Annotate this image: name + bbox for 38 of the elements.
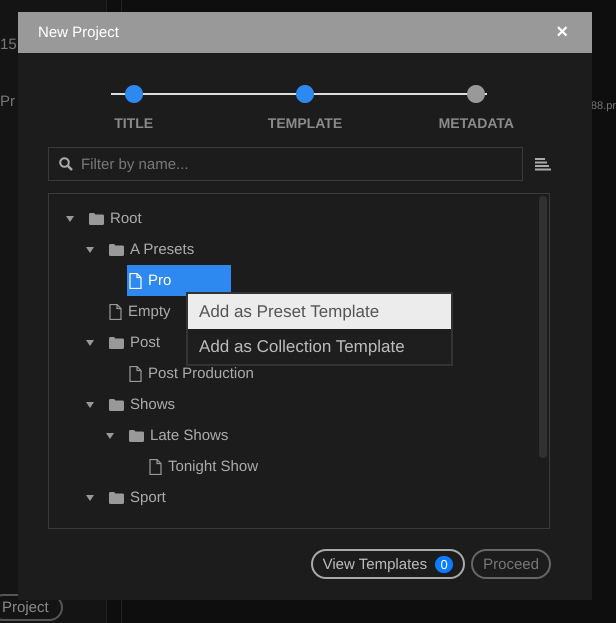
expand-arrow-icon[interactable] [85,400,95,410]
folder-icon [109,244,124,256]
document-icon [129,272,142,288]
tree-item[interactable]: A Presets [107,234,198,265]
count-badge: 0 [435,556,454,572]
folder-icon [89,212,104,224]
folder-icon [109,336,124,348]
folder-icon [129,430,144,442]
search-icon [59,157,73,171]
list-icon[interactable] [535,158,551,170]
folder-icon [109,398,124,410]
step-label: TEMPLATE [268,115,342,131]
expand-arrow-icon[interactable] [85,338,95,348]
background-text: Pr [0,93,16,110]
tree-item[interactable]: Empty [107,296,175,327]
expand-arrow-icon[interactable] [105,430,115,440]
document-icon [109,304,122,320]
step-label: METADATA [438,115,514,131]
document-icon [149,458,162,474]
tree-item[interactable]: Shows [107,389,180,420]
tree-item[interactable]: Root [87,203,146,234]
footer-button[interactable]: View Templates 0 [310,549,466,579]
filter-field[interactable]: Filter by name... [48,147,523,181]
step-label: TITLE [114,115,154,131]
expand-arrow-icon[interactable] [85,244,95,254]
tree-item[interactable]: Tonight Show [147,451,262,482]
background-text: 15 [0,36,18,53]
dialog-title: New Project [38,24,119,41]
tree-item[interactable]: Late Shows [127,420,232,451]
tree-item[interactable]: Pro [127,265,232,296]
expand-arrow-icon[interactable] [65,214,75,224]
background-text: 88.pr [590,100,616,114]
expand-arrow-icon[interactable] [85,492,95,502]
folder-icon [109,492,124,504]
menu-item[interactable]: Add as Preset Template [188,294,451,329]
document-icon [129,366,142,382]
tree-item[interactable]: Post [107,327,164,358]
tree-item[interactable]: Sport [107,482,170,513]
